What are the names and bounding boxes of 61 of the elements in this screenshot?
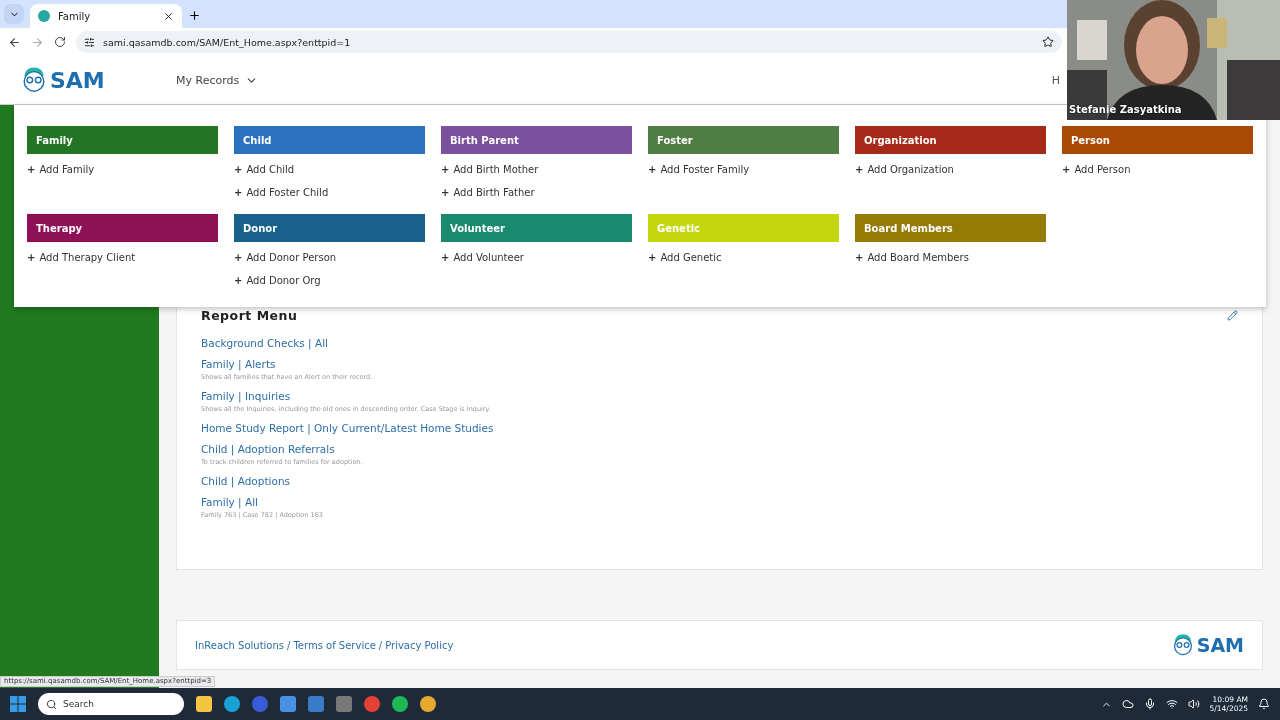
bookmark-star-icon[interactable] (1042, 36, 1054, 48)
windows-start-icon[interactable] (10, 696, 26, 712)
wifi-icon[interactable] (1165, 698, 1178, 710)
add-link[interactable]: + Add Donor Person (234, 250, 425, 265)
add-link[interactable]: + Add Board Members (855, 250, 1046, 265)
category-header[interactable]: Birth Parent (441, 126, 632, 154)
report-link[interactable]: Background Checks | All (201, 337, 328, 349)
add-link[interactable]: + Add Donor Org (234, 273, 425, 288)
new-tab-icon[interactable] (188, 9, 201, 22)
add-link[interactable]: + Add Foster Family (648, 162, 839, 177)
notification-icon[interactable] (1258, 698, 1270, 710)
category-header[interactable]: Board Members (855, 214, 1046, 242)
speaker-icon[interactable] (1187, 698, 1200, 710)
footer-link[interactable]: InReach Solutions (195, 639, 285, 651)
address-bar[interactable]: sami.qasamdb.com/SAM/Ent_Home.aspx?enttpid=1 (76, 31, 1062, 53)
category-header[interactable]: Family (27, 126, 218, 154)
report-link[interactable]: Child | Adoption Referrals (201, 443, 335, 455)
add-link[interactable]: + Add Family (27, 162, 218, 177)
search-icon (46, 698, 57, 710)
add-link[interactable]: + Add Foster Child (234, 185, 425, 200)
add-link[interactable]: + Add Birth Mother (441, 162, 632, 177)
add-link[interactable]: + Add Person (1062, 162, 1253, 177)
logo-text: SAM (1196, 634, 1244, 656)
separator-text: / (378, 639, 383, 651)
close-icon[interactable] (163, 10, 174, 22)
cloud-icon[interactable] (1121, 698, 1134, 710)
header-text: H (1051, 73, 1060, 87)
add-link[interactable]: + Add Genetic (648, 250, 839, 265)
add-link[interactable]: + Add Therapy Client (27, 250, 218, 265)
card-title: Report Menu (201, 308, 298, 323)
add-link[interactable]: + Add Child (234, 162, 425, 177)
category-header[interactable]: Volunteer (441, 214, 632, 242)
taskbar-search-field[interactable]: Search (38, 693, 184, 715)
pencil-icon[interactable] (1227, 310, 1238, 321)
report-link[interactable]: Family | Alerts (201, 358, 276, 370)
add-link[interactable]: + Add Birth Father (441, 185, 632, 200)
back-icon[interactable] (8, 35, 21, 49)
microphone-icon[interactable] (1143, 698, 1156, 710)
favicon-icon (38, 10, 50, 22)
separator-text: / (287, 639, 291, 651)
category-header[interactable]: Therapy (27, 214, 218, 242)
browser-tab[interactable]: Family (30, 4, 182, 28)
logo-text: SAM (50, 67, 105, 93)
footer-link[interactable]: Privacy Policy (385, 639, 454, 651)
report-link[interactable]: Family | All (201, 496, 259, 508)
category-header[interactable]: Organization (855, 126, 1046, 154)
tab-list-button[interactable] (4, 4, 24, 24)
participant-name: Stefanie Zasyatkina (1069, 104, 1182, 115)
site-settings-icon[interactable] (84, 36, 95, 48)
add-link[interactable]: + Add Organization (855, 162, 1046, 177)
category-header[interactable]: Donor (234, 214, 425, 242)
report-link[interactable]: Home Study Report | Only Current/Latest Home Studies (201, 422, 494, 434)
my-records-menu[interactable]: My Records (170, 72, 265, 88)
report-link[interactable]: Child | Adoptions (201, 475, 291, 487)
category-header[interactable]: Foster (648, 126, 839, 154)
add-link[interactable]: + Add Volunteer (441, 250, 632, 265)
category-header[interactable]: Child (234, 126, 425, 154)
footer-link[interactable]: Terms of Service (293, 639, 376, 651)
report-link[interactable]: Family | Inquiries (201, 390, 291, 402)
reload-icon[interactable] (54, 36, 66, 48)
category-header[interactable]: Person (1062, 126, 1253, 154)
